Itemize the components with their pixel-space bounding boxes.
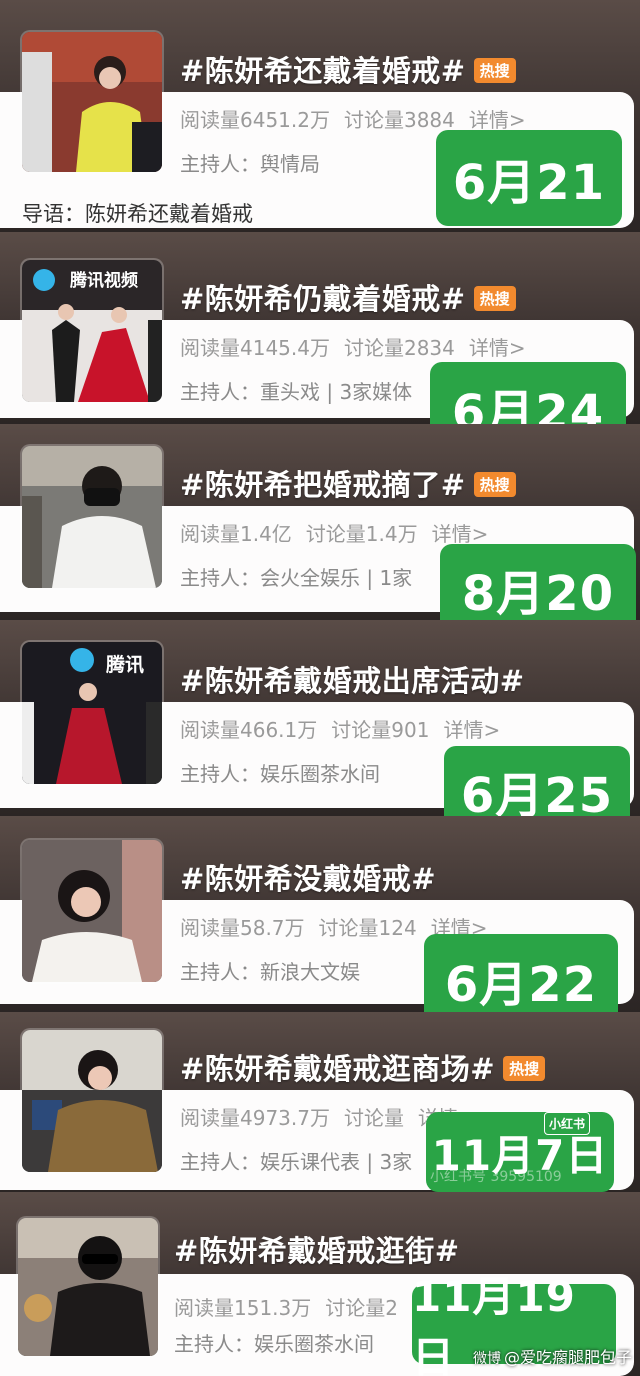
topic-thumbnail[interactable]: 腾讯视频 [22,260,162,402]
discuss-count: 讨论量3884 [343,108,455,132]
read-count: 阅读量4145.4万 [180,336,330,360]
date-label: 6月22 [424,934,618,1012]
discuss-count: 讨论量901 [331,718,430,742]
topic-stats: 阅读量6451.2万 讨论量3884 详情> [180,104,540,133]
read-count: 阅读量6451.2万 [180,108,330,132]
read-count: 阅读量1.4亿 [180,522,292,546]
weibo-watermark: 微博 @爱吃瘸腿肥包子 [473,1344,632,1368]
topic-stats: 阅读量151.3万 讨论量2 [174,1292,412,1321]
host-info: 主持人：娱乐圈茶水间 [180,762,380,786]
topic-thumbnail[interactable]: 腾讯 [22,642,162,784]
date-label: 6月24 [430,362,626,424]
discuss-count: 讨论量 [343,1106,404,1130]
hot-search-badge: 热搜 [473,57,516,83]
read-count: 阅读量58.7万 [180,916,305,940]
faint-overlay-text: 小红书号 39595109 [430,1169,562,1185]
topic-title[interactable]: #陈妍希还戴着婚戒# 热搜 [180,48,516,90]
discuss-count: 讨论量124 [318,916,417,940]
hot-search-badge: 热搜 [503,1055,546,1081]
host-info: 主持人：娱乐圈茶水间 [174,1332,374,1356]
topic-title[interactable]: #陈妍希戴婚戒出席活动# [180,658,525,700]
topic-title[interactable]: #陈妍希仍戴着婚戒# 热搜 [180,276,516,318]
xiaohongshu-tag: 小红书 [544,1112,591,1135]
details-link[interactable]: 详情> [432,522,489,546]
host-info: 主持人：重头戏 | 3家媒体 [180,380,413,404]
read-count: 阅读量4973.7万 [180,1106,330,1130]
date-label: 6月25 [444,746,630,816]
details-link[interactable]: 详情> [469,336,526,360]
date-label: 6月21 [436,130,622,226]
intro-text: 导语：陈妍希还戴着婚戒 [22,202,253,226]
read-count: 阅读量466.1万 [180,718,318,742]
discuss-count: 讨论量1.4万 [305,522,418,546]
topic-title-text: #陈妍希把婚戒摘了# [180,468,466,502]
topic-card[interactable]: #陈妍希戴婚戒逛商场#热搜 阅读量4973.7万讨论量详情 主持人：娱乐课代表 … [0,1012,640,1192]
date-label: 8月20 [440,544,636,620]
topic-title-text: #陈妍希戴婚戒出席活动# [180,664,525,698]
hot-search-badge: 热搜 [473,285,516,311]
topic-card[interactable]: #陈妍希还戴着婚戒# 热搜 阅读量6451.2万 讨论量3884 详情> 主持人：舆情… [0,0,640,232]
topic-card[interactable]: #陈妍希没戴婚戒# 阅读量58.7万 讨论量124 详情> 主持人：新浪大文娱 6月… [0,816,640,1012]
topic-stats: 阅读量466.1万 讨论量901 详情> [180,714,514,743]
topic-title-text: #陈妍希仍戴着婚戒# [180,282,466,316]
host-info: 主持人：会火全娱乐 | 1家 [180,566,413,590]
topic-thumbnail[interactable] [22,1030,162,1172]
video-logo: 腾讯 [106,654,145,676]
topic-title[interactable]: #陈妍希把婚戒摘了# 热搜 [180,462,516,504]
video-logo: 腾讯视频 [70,271,138,291]
host-info: 主持人：新浪大文娱 [180,960,360,984]
details-link[interactable]: 详情> [469,108,526,132]
host-info: 主持人：娱乐课代表 | 3家 [180,1150,413,1174]
host-info: 主持人：舆情局 [180,152,320,176]
topic-thumbnail[interactable] [22,446,162,588]
topic-stats: 阅读量4145.4万 讨论量2834 详情> [180,332,540,361]
hot-search-badge: 热搜 [473,471,516,497]
topic-thumbnail[interactable] [18,1218,158,1356]
topic-thumbnail[interactable] [22,32,162,172]
details-link[interactable]: 详情> [443,718,500,742]
topic-title-text: #陈妍希没戴婚戒# [180,862,437,896]
weibo-icon: 微博 [472,1351,501,1367]
discuss-count: 讨论量2 [325,1296,398,1320]
discuss-count: 讨论量2834 [343,336,455,360]
topic-title-text: #陈妍希还戴着婚戒# [180,54,466,88]
topic-card[interactable]: 腾讯视频 #陈妍希仍戴着婚戒# 热搜 阅读量4145.4万 讨论量2834 详情> 主… [0,232,640,424]
topic-stats: 阅读量1.4亿 讨论量1.4万 详情> [180,518,502,547]
topic-thumbnail[interactable] [22,840,162,982]
watermark-text: @爱吃瘸腿肥包子 [503,1348,632,1367]
read-count: 阅读量151.3万 [174,1296,312,1320]
topic-title[interactable]: #陈妍希戴婚戒逛商场# 热搜 [180,1046,546,1088]
topic-card[interactable]: 腾讯 #陈妍希戴婚戒出席活动# 阅读量466.1万 讨论量901 详情> 主持人：娱… [0,620,640,816]
topic-title-text: #陈妍希戴婚戒逛商场# [180,1052,496,1086]
topic-card[interactable]: #陈妍希把婚戒摘了# 热搜 阅读量1.4亿 讨论量1.4万 详情> 主持人：会火全娱乐… [0,424,640,620]
topic-title[interactable]: #陈妍希没戴婚戒# [180,856,436,898]
